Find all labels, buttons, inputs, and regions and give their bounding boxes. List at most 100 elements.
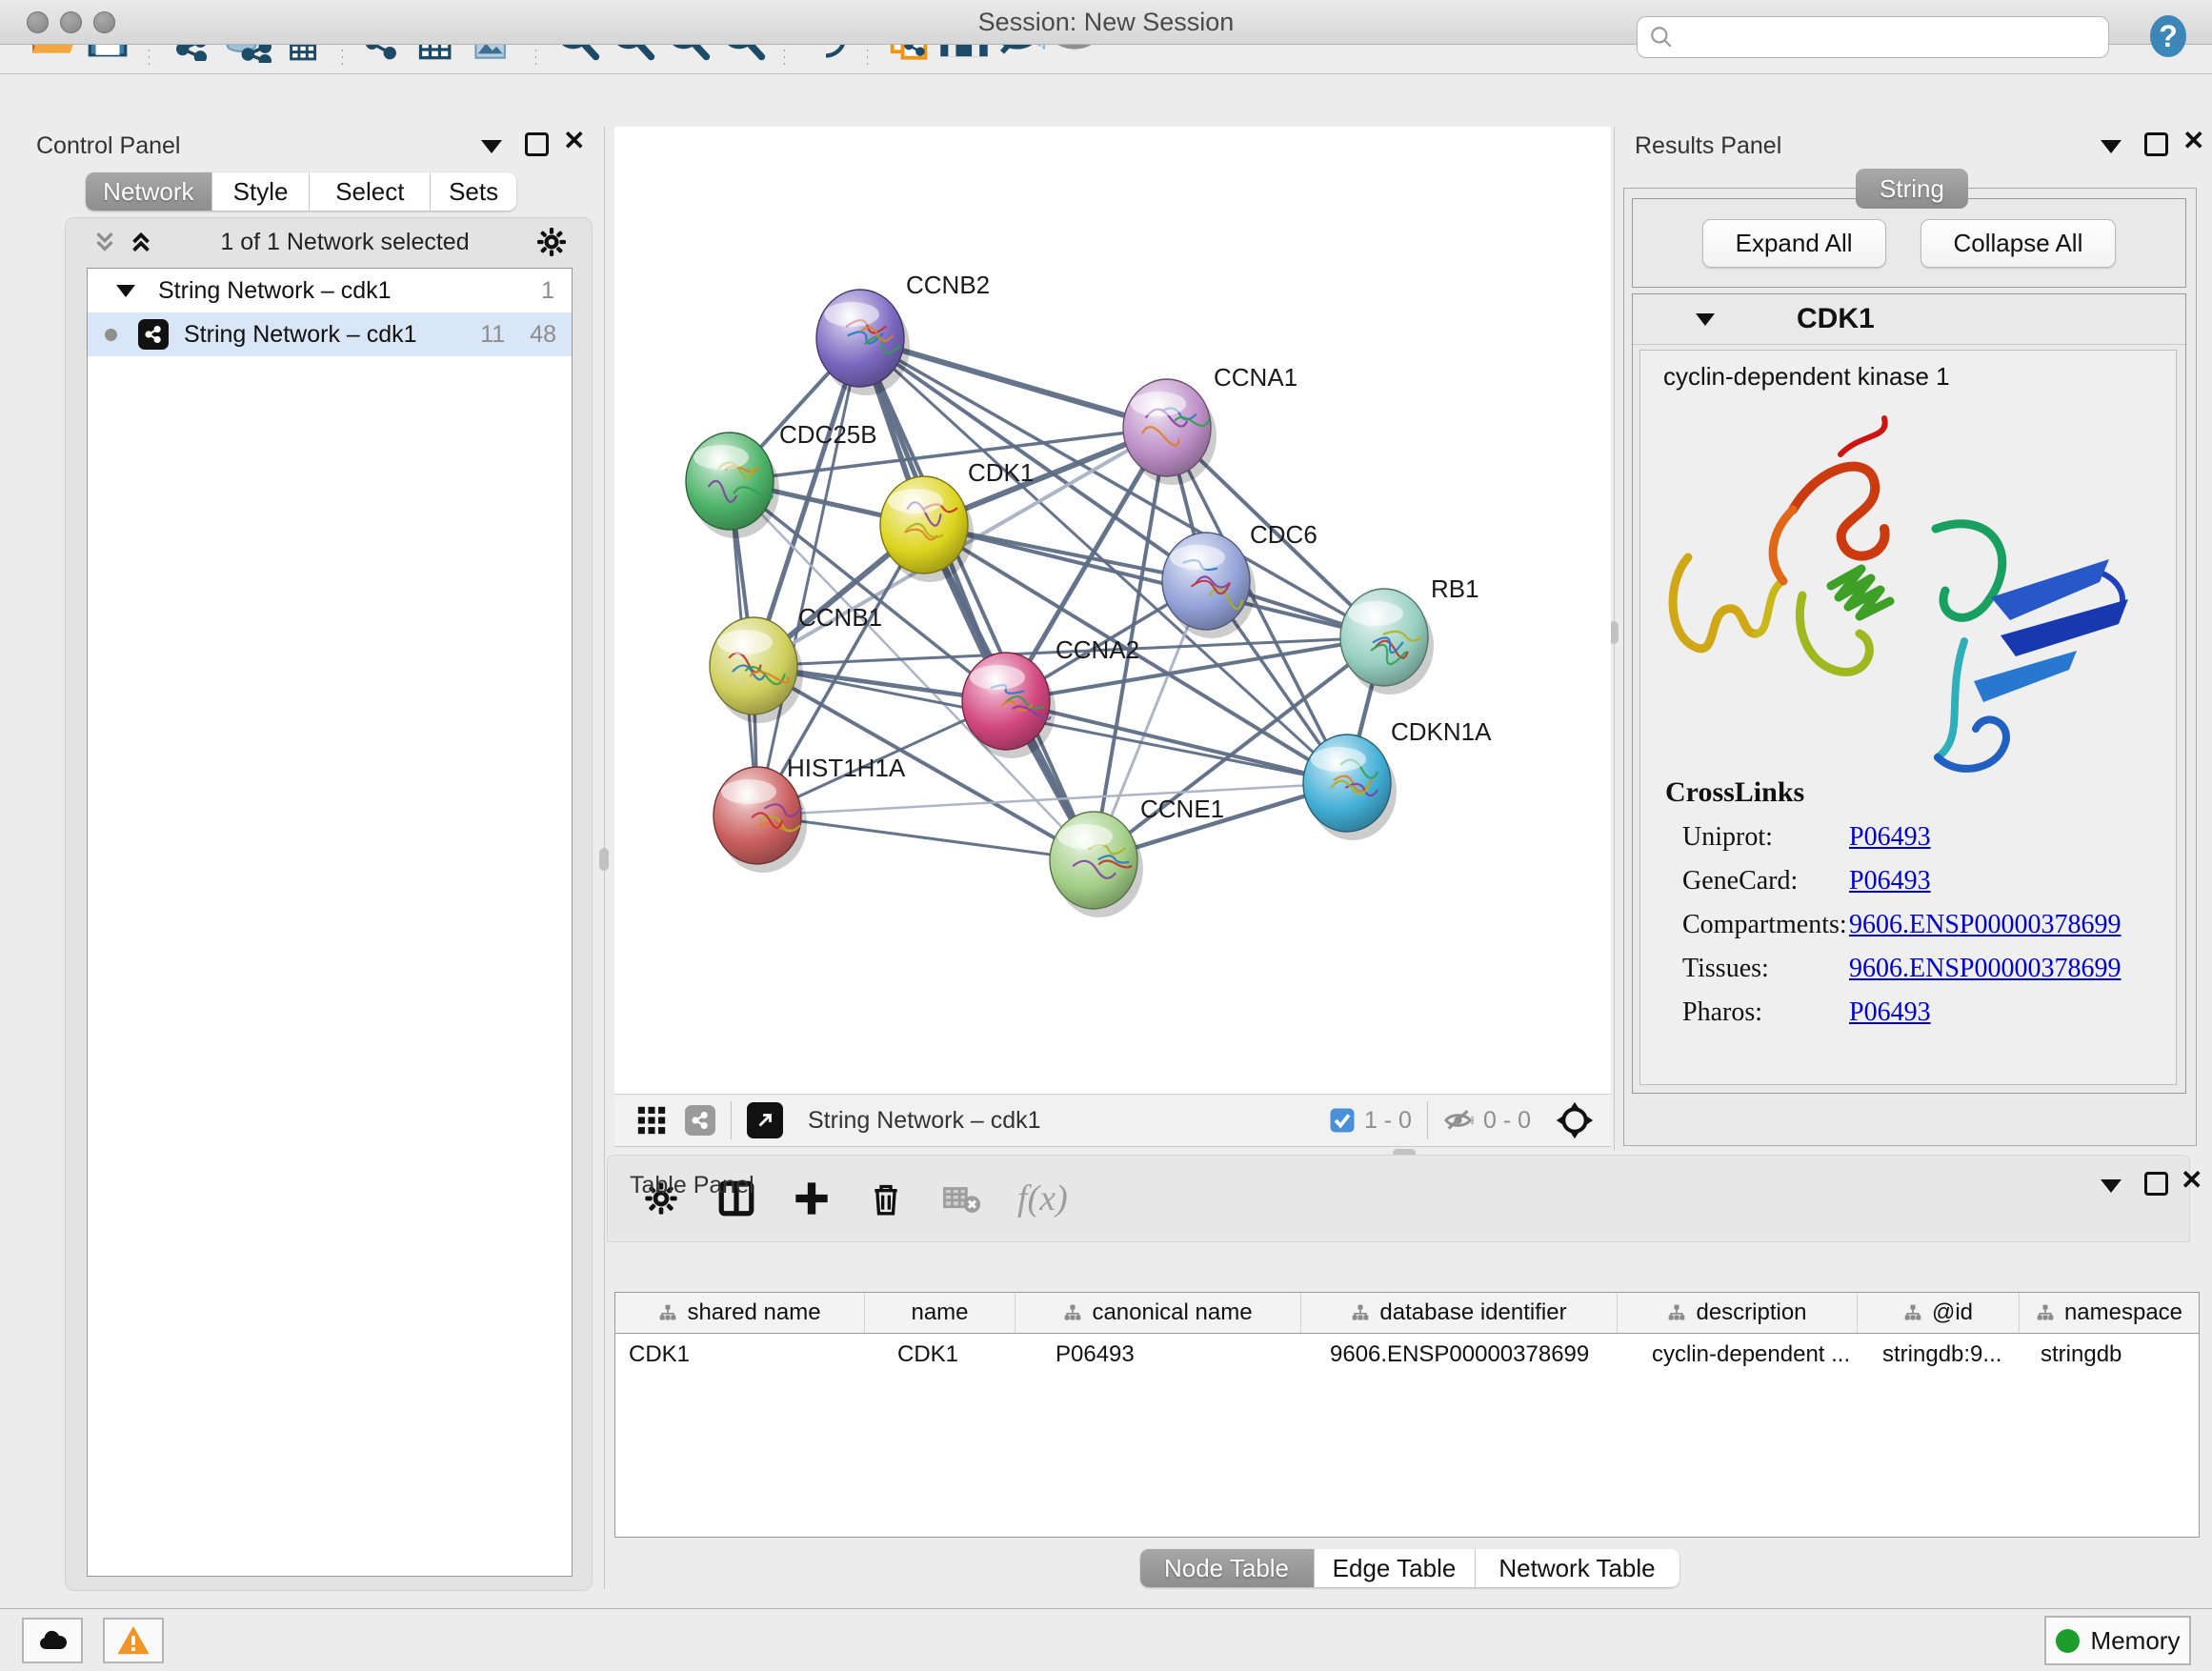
collapse-all-button[interactable]: Collapse All [1920, 219, 2117, 268]
node-label: CDC6 [1250, 520, 1317, 549]
column-header[interactable]: @id [1858, 1293, 2020, 1333]
results-panel: Results Panel ✕ String Expand All Collap… [1619, 127, 2204, 1151]
network-selection-bar: 1 of 1 Network selected [66, 218, 592, 266]
network-node-count: 11 [480, 321, 505, 349]
crosslinks-heading: CrossLinks [1665, 776, 2176, 809]
tab-string[interactable]: String [1856, 169, 1968, 209]
search-input[interactable] [1674, 23, 2078, 51]
control-panel-float-icon[interactable] [525, 132, 549, 156]
node-label: RB1 [1431, 574, 1479, 603]
application-window: Session: New Session [0, 0, 2212, 1671]
crosslink-row: Uniprot: P06493 [1665, 822, 2176, 853]
tab-style[interactable]: Style [212, 172, 311, 211]
results-panel-close-icon[interactable]: ✕ [2182, 131, 2204, 150]
status-bar: Memory [0, 1608, 2212, 1671]
selected-nodes-icon[interactable] [1328, 1106, 1357, 1135]
cloud-status-button[interactable] [22, 1618, 83, 1663]
memory-button[interactable]: Memory [2044, 1616, 2191, 1665]
table-panel-close-icon[interactable]: ✕ [2181, 1171, 2202, 1189]
column-header[interactable]: description [1618, 1293, 1858, 1333]
column-header[interactable]: namespace [2020, 1293, 2199, 1333]
delete-table-icon [941, 1178, 981, 1218]
expand-all-icon[interactable] [127, 228, 155, 256]
tab-select[interactable]: Select [310, 172, 431, 211]
network-status-dot-icon [105, 329, 117, 341]
memory-status-icon [2056, 1629, 2080, 1653]
table-row[interactable]: CDK1 CDK1 P06493 9606.ENSP00000378699 cy… [615, 1334, 2199, 1376]
network-view-title: String Network – cdk1 [808, 1107, 1041, 1135]
network-list-panel: 1 of 1 Network selected String Network –… [65, 217, 593, 1591]
protein-section-header[interactable]: CDK1 [1633, 294, 2185, 345]
control-panel-close-icon[interactable]: ✕ [563, 131, 585, 150]
network-node-CDKN1A[interactable]: CDKN1A [1303, 717, 1492, 840]
table-panel-float-icon[interactable] [2144, 1172, 2168, 1196]
expand-collapse-bar: Expand All Collapse All [1632, 198, 2186, 288]
function-builder-icon: f(x) [1017, 1178, 1068, 1219]
crosslink-row: GeneCard: P06493 [1665, 866, 2176, 896]
tab-network-table[interactable]: Network Table [1476, 1549, 1679, 1587]
column-header[interactable]: database identifier [1301, 1293, 1618, 1333]
section-expander-icon[interactable] [1696, 313, 1715, 326]
node-table: shared name name canonical name database… [614, 1292, 2200, 1538]
network-node-CDC6[interactable]: CDC6 [1162, 520, 1317, 638]
network-type-icon [138, 319, 169, 350]
table-panel-menu-icon[interactable] [2101, 1179, 2122, 1193]
delete-column-icon[interactable] [867, 1179, 905, 1218]
network-node-CDK1[interactable]: CDK1 [880, 458, 1034, 582]
network-edge [757, 815, 1094, 860]
protein-details: cyclin-dependent kinase 1 [1639, 350, 2177, 1085]
network-collection-row[interactable]: String Network – cdk1 1 [88, 269, 572, 312]
add-column-icon[interactable] [793, 1179, 831, 1218]
tab-node-table[interactable]: Node Table [1140, 1549, 1315, 1587]
search-icon [1649, 25, 1674, 50]
cloud-icon [35, 1623, 70, 1658]
network-node-CCNB1[interactable]: CCNB1 [710, 603, 882, 723]
cell-database-identifier: 9606.ENSP00000378699 [1301, 1341, 1618, 1368]
protein-name: CDK1 [1797, 303, 1875, 335]
network-view-toolbar: String Network – cdk1 1 - 0 0 - 0 [614, 1094, 1611, 1147]
crosslink-link[interactable]: P06493 [1849, 997, 1931, 1028]
crosslink-link[interactable]: P06493 [1849, 822, 1931, 853]
column-header[interactable]: canonical name [1016, 1293, 1301, 1333]
control-panel-menu-icon[interactable] [481, 140, 502, 153]
tab-edge-table[interactable]: Edge Table [1315, 1549, 1476, 1587]
crosslink-link[interactable]: P06493 [1849, 866, 1931, 896]
node-label: CCNE1 [1140, 795, 1224, 823]
column-header[interactable]: name [865, 1293, 1016, 1333]
crosslink-link[interactable]: 9606.ENSP00000378699 [1849, 954, 2121, 984]
warning-status-button[interactable] [103, 1618, 164, 1663]
node-label: CDK1 [968, 458, 1034, 487]
control-splitter-handle[interactable] [599, 848, 609, 871]
search-box[interactable] [1637, 16, 2109, 58]
collapse-all-icon[interactable] [90, 228, 119, 256]
protein-section: CDK1 cyclin-dependent kinase 1 [1632, 293, 2186, 1094]
network-node-CCNA1[interactable]: CCNA1 [1123, 363, 1297, 485]
help-icon[interactable]: ? [2145, 13, 2191, 64]
detach-view-icon[interactable] [747, 1102, 783, 1138]
warning-icon [115, 1622, 151, 1659]
cell-namespace: stringdb [2020, 1341, 2199, 1368]
network-options-gear-icon[interactable] [534, 225, 569, 259]
grid-view-icon[interactable] [635, 1104, 668, 1137]
node-label: CDKN1A [1391, 717, 1492, 746]
network-node-RB1[interactable]: RB1 [1340, 574, 1479, 695]
network-view-type-icon[interactable] [685, 1105, 715, 1136]
selected-counter: 1 - 0 [1364, 1107, 1412, 1135]
collection-label: String Network – cdk1 [158, 277, 392, 305]
crosslink-label: Uniprot: [1665, 822, 1849, 853]
hidden-nodes-icon[interactable] [1443, 1104, 1476, 1137]
network-node-CCNE1[interactable]: CCNE1 [1050, 795, 1224, 917]
tab-sets[interactable]: Sets [431, 172, 516, 211]
crosslink-link[interactable]: 9606.ENSP00000378699 [1849, 910, 2121, 940]
birds-eye-view-icon[interactable] [1556, 1101, 1594, 1139]
column-header[interactable]: shared name [615, 1293, 865, 1333]
results-panel-float-icon[interactable] [2144, 132, 2168, 156]
network-canvas[interactable]: CCNB2CCNA1CDC25BCDK1CDC6RB1CCNB1CCNA2CDK… [614, 127, 1611, 1094]
crosslink-label: GeneCard: [1665, 866, 1849, 896]
network-row[interactable]: String Network – cdk1 11 48 [88, 312, 572, 356]
results-panel-menu-icon[interactable] [2101, 140, 2122, 153]
network-edge-count: 48 [530, 321, 556, 349]
collection-expander-icon[interactable] [116, 285, 135, 297]
expand-all-button[interactable]: Expand All [1702, 219, 1886, 268]
tab-network[interactable]: Network [86, 172, 212, 211]
